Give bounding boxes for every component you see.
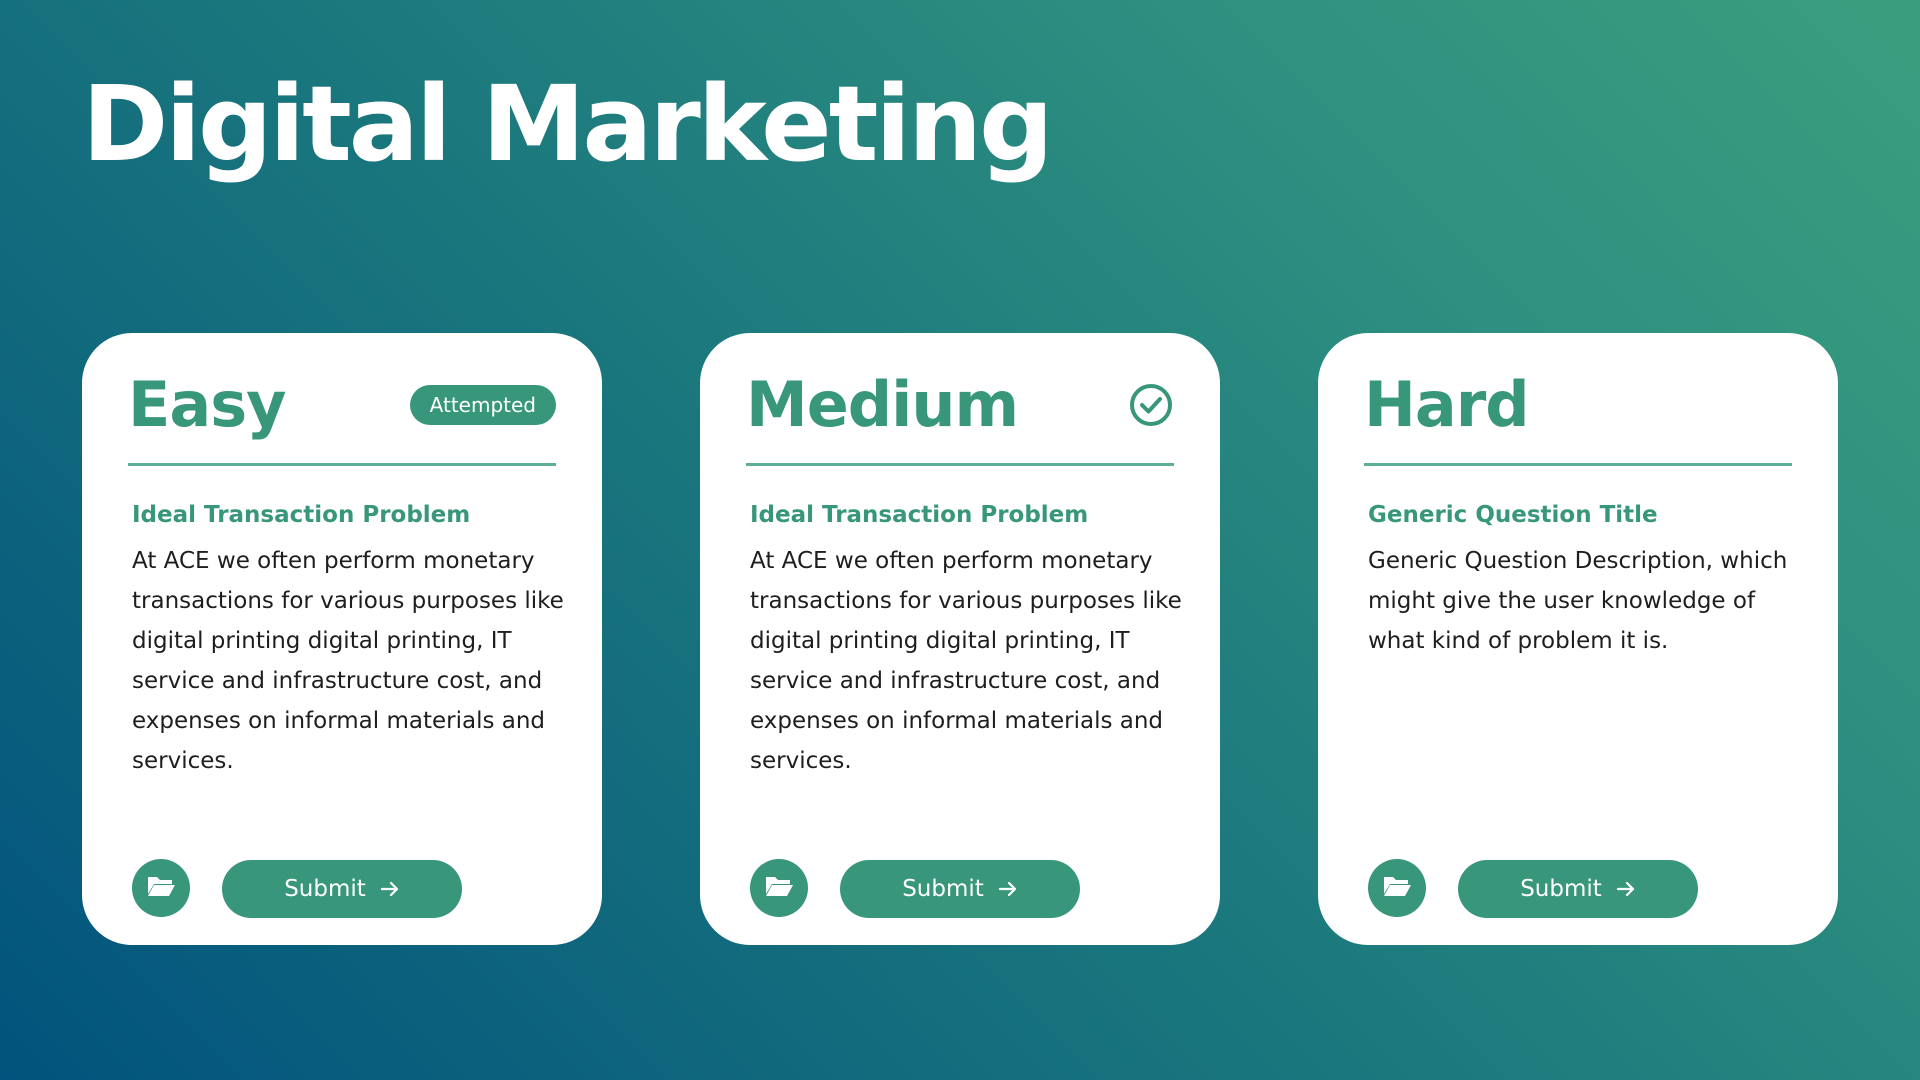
submit-button[interactable]: Submit: [840, 860, 1080, 918]
page-title: Digital Marketing: [82, 63, 1054, 185]
status-badge: Attempted: [409, 385, 556, 425]
open-folder-button[interactable]: [750, 859, 808, 917]
folder-open-icon: [1382, 874, 1412, 903]
question-card-hard: Hard Generic Question Title Generic Ques…: [1318, 333, 1838, 945]
submit-label: Submit: [902, 876, 984, 902]
folder-open-icon: [764, 874, 794, 903]
card-header: Hard: [1364, 369, 1792, 441]
divider: [128, 463, 556, 466]
question-card-medium: Medium Ideal Transaction Problem At ACE …: [700, 333, 1220, 945]
question-description: At ACE we often perform monetary transac…: [750, 548, 1182, 774]
card-header: Easy Attempted: [128, 369, 556, 441]
check-circle-icon: [1128, 382, 1174, 428]
submit-label: Submit: [284, 876, 366, 902]
question-title: Ideal Transaction Problem: [132, 502, 471, 528]
open-folder-button[interactable]: [132, 859, 190, 917]
submit-button[interactable]: Submit: [1458, 860, 1698, 918]
question-card-easy: Easy Attempted Ideal Transaction Problem…: [82, 333, 602, 945]
difficulty-label: Easy: [128, 368, 287, 441]
submit-label: Submit: [1520, 876, 1602, 902]
submit-button[interactable]: Submit: [222, 860, 462, 918]
divider: [1364, 463, 1792, 466]
difficulty-label: Medium: [746, 368, 1019, 441]
question-title: Ideal Transaction Problem: [750, 502, 1089, 528]
folder-open-icon: [146, 874, 176, 903]
difficulty-label: Hard: [1364, 368, 1530, 441]
card-header: Medium: [746, 369, 1174, 441]
question-description: At ACE we often perform monetary transac…: [132, 548, 564, 774]
question-title: Generic Question Title: [1368, 502, 1658, 528]
question-description: Generic Question Description, which migh…: [1368, 548, 1788, 654]
divider: [746, 463, 1174, 466]
arrow-right-icon: [998, 880, 1018, 898]
arrow-right-icon: [380, 880, 400, 898]
open-folder-button[interactable]: [1368, 859, 1426, 917]
arrow-right-icon: [1616, 880, 1636, 898]
